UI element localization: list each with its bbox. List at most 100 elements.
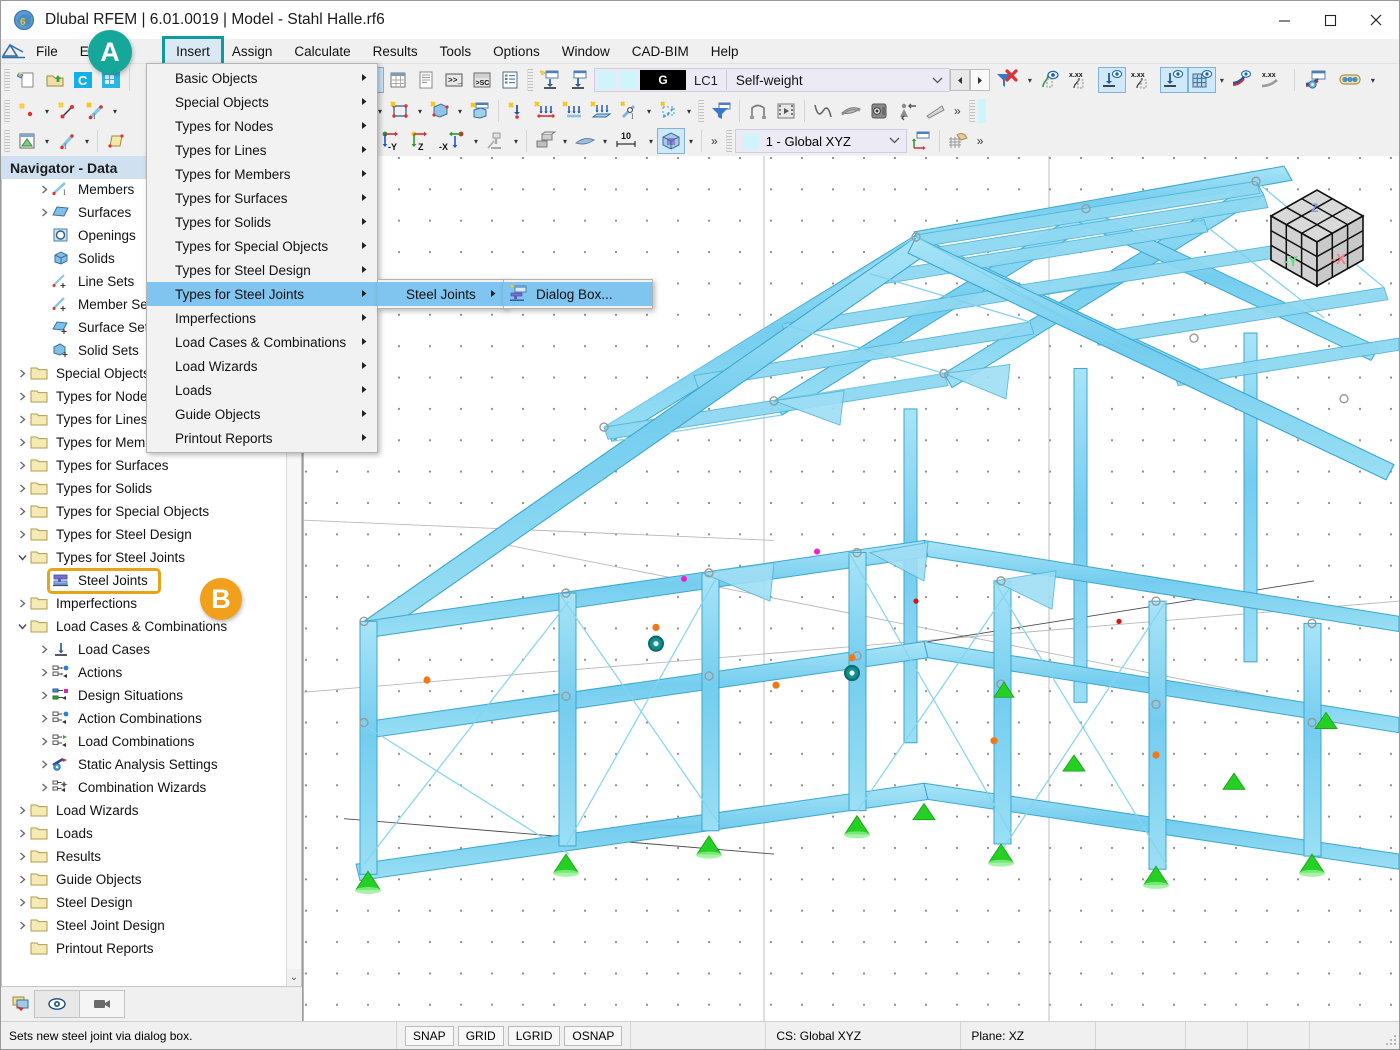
show-grid-button[interactable] [1187, 67, 1216, 93]
chevron-right-icon[interactable] [36, 783, 52, 792]
list-view-button[interactable] [496, 67, 524, 93]
chevron-down-icon[interactable]: ▾ [559, 128, 571, 154]
insert-menu-item-load-wizards[interactable]: Load Wizards [147, 354, 377, 378]
navigation-cube[interactable]: Z -Y -X [1253, 174, 1381, 302]
chevron-down-icon[interactable]: ▾ [109, 98, 121, 124]
chevron-down-icon[interactable]: ▾ [414, 98, 426, 124]
tree-item[interactable]: Types for Solids [2, 477, 286, 500]
status-plane[interactable]: Plane: XZ [961, 1022, 1097, 1049]
insert-menu-item-imperfections[interactable]: Imperfections [147, 306, 377, 330]
tree-item[interactable]: Design Situations [2, 684, 286, 707]
new-member-hinge-button[interactable]: I [615, 98, 643, 124]
chevron-down-icon[interactable]: ▾ [1024, 67, 1036, 93]
tree-item[interactable]: Static Analysis Settings [2, 753, 286, 776]
person-scale-button[interactable] [893, 98, 921, 124]
chevron-down-icon[interactable]: ▾ [1216, 67, 1228, 93]
show-deformation-button[interactable] [1228, 67, 1256, 93]
numeric-display-button[interactable]: x.xx [1064, 67, 1098, 93]
insert-menu-item-types-for-surfaces[interactable]: Types for Surfaces [147, 186, 377, 210]
tree-item[interactable]: Imperfections [2, 592, 286, 615]
menu-results[interactable]: Results [362, 39, 429, 63]
tree-item[interactable]: Load Cases & Combinations [2, 615, 286, 638]
scroll-down-button[interactable]: ⌄ [287, 969, 301, 986]
chevron-down-icon[interactable]: ▾ [510, 128, 522, 154]
new-imperfection-button[interactable] [655, 98, 683, 124]
insert-menu-item-types-for-members[interactable]: Types for Members [147, 162, 377, 186]
origin-minus-y-button[interactable]: -Y [380, 128, 408, 154]
chevron-down-icon[interactable] [927, 76, 949, 84]
toolbar-grip-icon[interactable] [4, 100, 10, 122]
tree-item[interactable]: Types for Steel Design [2, 523, 286, 546]
navigator-tab-view[interactable] [34, 990, 80, 1018]
toolbar-overflow-button-3[interactable]: » [972, 134, 989, 148]
menu-window[interactable]: Window [551, 39, 621, 63]
deformation-values-button[interactable]: x.xx [1256, 67, 1290, 93]
animation-button[interactable] [772, 98, 800, 124]
report-list-button[interactable] [412, 67, 440, 93]
chevron-right-icon[interactable] [14, 806, 30, 815]
chevron-down-icon[interactable]: ▾ [454, 98, 466, 124]
console-button[interactable]: >>_ [440, 67, 468, 93]
menu-tools[interactable]: Tools [429, 39, 483, 63]
chevron-right-icon[interactable] [14, 599, 30, 608]
render-cube-button[interactable] [865, 98, 893, 124]
tree-item[interactable]: Results [2, 845, 286, 868]
osnap-toggle[interactable]: OSNAP [564, 1025, 623, 1046]
solid-view-button[interactable] [657, 128, 685, 154]
menu-insert[interactable]: Insert [162, 36, 224, 66]
numeric-values-button[interactable]: x.xx [1126, 67, 1160, 93]
table-grid-button[interactable] [384, 67, 412, 93]
toolbar-grip-icon[interactable] [4, 130, 10, 152]
navigator-tab-camera[interactable] [79, 990, 125, 1018]
maximize-button[interactable] [1307, 1, 1353, 39]
deformation-curve-button[interactable] [809, 98, 837, 124]
steel-joints-submenu[interactable]: Steel Joints [377, 279, 507, 309]
insert-menu-item-guide-objects[interactable]: Guide Objects [147, 402, 377, 426]
tree-item[interactable]: Types for Surfaces [2, 454, 286, 477]
clipping-plane-button[interactable] [921, 98, 949, 124]
menu-help[interactable]: Help [700, 39, 750, 63]
previous-load-case-button[interactable] [949, 69, 970, 91]
tree-item[interactable]: Load Wizards [2, 799, 286, 822]
chevron-right-icon[interactable] [36, 645, 52, 654]
chevron-down-icon[interactable]: ▾ [685, 128, 697, 154]
display-settings-button[interactable] [1299, 67, 1333, 93]
menu-file[interactable]: File [25, 39, 69, 63]
new-nodal-support-button[interactable] [503, 98, 531, 124]
open-model-button[interactable] [41, 67, 69, 93]
next-load-case-button[interactable] [969, 69, 990, 91]
chevron-right-icon[interactable] [14, 369, 30, 378]
insert-menu-item-printout-reports[interactable]: Printout Reports [147, 426, 377, 450]
toolbar-overflow-button[interactable]: » [949, 104, 966, 118]
coordinate-system-selector[interactable]: 1 - Global XYZ [734, 129, 907, 153]
new-opening-button[interactable] [386, 98, 414, 124]
toolbar-overflow-button-2[interactable]: » [706, 134, 723, 148]
menu-cadbim[interactable]: CAD-BIM [621, 39, 700, 63]
close-button[interactable] [1353, 1, 1399, 39]
filter-button[interactable] [707, 98, 735, 124]
origin-z-button[interactable]: Z [408, 128, 436, 154]
tree-steel-joints[interactable]: Steel Joints [2, 567, 286, 594]
chevron-right-icon[interactable] [14, 507, 30, 516]
chevron-down-icon[interactable]: ▾ [81, 128, 93, 154]
apply-load-case-button[interactable] [564, 67, 592, 93]
tree-item[interactable]: Steel Joint Design [2, 914, 286, 937]
insert-menu-item-types-for-special-objects[interactable]: Types for Special Objects [147, 234, 377, 258]
toolbar-grip-icon[interactable] [527, 69, 533, 91]
show-supports-button[interactable] [1097, 67, 1126, 93]
toolbar-grip-icon[interactable] [725, 130, 732, 152]
new-member-button[interactable]: I [81, 98, 109, 124]
menu-assign[interactable]: Assign [221, 39, 284, 63]
insert-menu-item-basic-objects[interactable]: Basic Objects [147, 66, 377, 90]
insert-menu-item-types-for-nodes[interactable]: Types for Nodes [147, 114, 377, 138]
color-scale-button[interactable] [1333, 67, 1367, 93]
new-surface-support-button[interactable] [587, 98, 615, 124]
insert-menu-item-special-objects[interactable]: Special Objects [147, 90, 377, 114]
new-member-support-button[interactable] [559, 98, 587, 124]
insert-dropdown-menu[interactable]: Basic Objects Special Objects Types for No… [146, 63, 378, 453]
snap-toggle[interactable]: SNAP [405, 1025, 454, 1046]
chevron-down-icon[interactable]: ▾ [41, 98, 53, 124]
new-load-case-button[interactable] [536, 67, 564, 93]
chevron-right-icon[interactable] [14, 898, 30, 907]
tree-item[interactable]: Action Combinations [2, 707, 286, 730]
